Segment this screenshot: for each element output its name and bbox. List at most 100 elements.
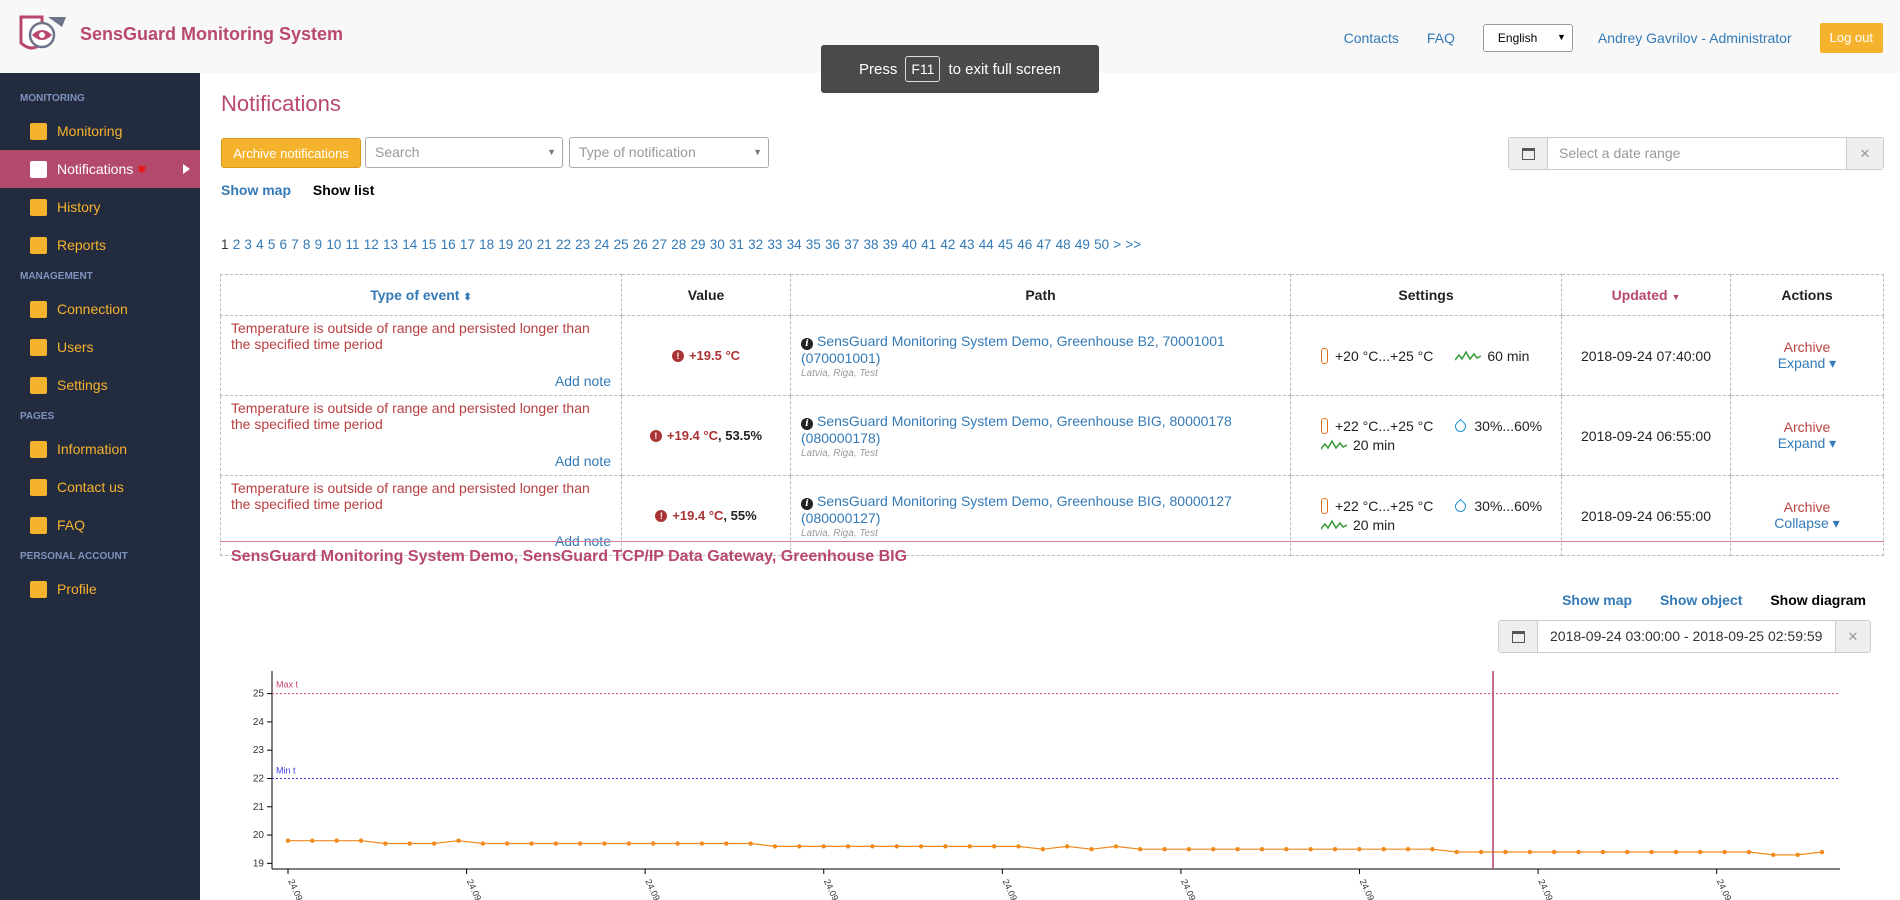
pagination-link[interactable]: 20 <box>518 237 533 252</box>
pagination-link[interactable]: 23 <box>575 237 590 252</box>
pagination-link[interactable]: 7 <box>291 237 299 252</box>
pagination-link[interactable]: 31 <box>729 237 744 252</box>
language-select[interactable]: English ▼ <box>1482 24 1573 52</box>
pagination-link[interactable]: 26 <box>633 237 648 252</box>
pagination-link[interactable]: 8 <box>303 237 311 252</box>
date-range-input[interactable]: Select a date range <box>1548 138 1846 169</box>
expand-toggle-link[interactable]: Collapse ▾ <box>1732 515 1882 532</box>
archive-link[interactable]: Archive <box>1732 419 1882 435</box>
pagination-link[interactable]: 32 <box>748 237 763 252</box>
pagination-link[interactable]: 12 <box>364 237 379 252</box>
pagination-link[interactable]: 6 <box>280 237 288 252</box>
faq-link[interactable]: FAQ <box>1427 30 1455 46</box>
clear-icon[interactable]: ✕ <box>1835 621 1870 652</box>
pagination-link[interactable]: 9 <box>315 237 323 252</box>
sidebar-item-notifications[interactable]: Notifications ✱ <box>0 150 200 188</box>
sidebar-item-monitoring[interactable]: Monitoring <box>0 112 200 150</box>
pagination-current[interactable]: 1 <box>221 237 229 252</box>
pagination-link[interactable]: 25 <box>614 237 629 252</box>
sidebar-item-contact-us[interactable]: Contact us <box>0 468 200 506</box>
pagination-link[interactable]: 24 <box>594 237 609 252</box>
path-link[interactable]: SensGuard Monitoring System Demo, Greenh… <box>801 413 1232 446</box>
pagination-link[interactable]: 44 <box>979 237 994 252</box>
show-object-link[interactable]: Show object <box>1660 592 1742 608</box>
pagination-link[interactable]: 42 <box>940 237 955 252</box>
pagination-link[interactable]: 49 <box>1075 237 1090 252</box>
pagination-link[interactable]: 45 <box>998 237 1013 252</box>
pagination-link[interactable]: 37 <box>844 237 859 252</box>
pagination-link[interactable]: 29 <box>690 237 705 252</box>
add-note-link[interactable]: Add note <box>555 373 611 389</box>
pagination-link[interactable]: 46 <box>1017 237 1032 252</box>
diagram-date-range-input[interactable]: 2018-09-24 03:00:00 - 2018-09-25 02:59:5… <box>1538 621 1835 652</box>
table-row[interactable]: Temperature is outside of range and pers… <box>220 475 1884 556</box>
clear-icon[interactable]: ✕ <box>1846 138 1883 169</box>
table-row[interactable]: Temperature is outside of range and pers… <box>220 395 1884 476</box>
pagination-link[interactable]: 30 <box>710 237 725 252</box>
pagination-link[interactable]: 40 <box>902 237 917 252</box>
sidebar-item-information[interactable]: Information <box>0 430 200 468</box>
pagination-link[interactable]: 14 <box>402 237 417 252</box>
pagination-link[interactable]: 15 <box>421 237 436 252</box>
calendar-icon[interactable] <box>1499 621 1538 652</box>
pagination-link[interactable]: 43 <box>960 237 975 252</box>
user-profile-link[interactable]: Andrey Gavrilov - Administrator <box>1598 30 1792 46</box>
path-link[interactable]: SensGuard Monitoring System Demo, Greenh… <box>801 493 1232 526</box>
column-header-updated[interactable]: Updated ▼ <box>1561 274 1731 316</box>
logout-button[interactable]: Log out <box>1819 23 1883 53</box>
pagination-link[interactable]: 19 <box>498 237 513 252</box>
pagination-link[interactable]: 41 <box>921 237 936 252</box>
expand-toggle-link[interactable]: Expand ▾ <box>1732 355 1882 372</box>
sidebar-item-connection[interactable]: Connection <box>0 290 200 328</box>
expand-toggle-link[interactable]: Expand ▾ <box>1732 435 1882 452</box>
show-list-link[interactable]: Show list <box>313 182 374 198</box>
pagination-link[interactable]: 33 <box>767 237 782 252</box>
pagination-link[interactable]: 13 <box>383 237 398 252</box>
archive-notifications-button[interactable]: Archive notifications <box>221 138 361 168</box>
sidebar-item-settings[interactable]: Settings <box>0 366 200 404</box>
pagination-link[interactable]: 35 <box>806 237 821 252</box>
pagination-link[interactable]: 50 <box>1094 237 1109 252</box>
pagination-link[interactable]: >> <box>1125 237 1141 252</box>
pagination-link[interactable]: 11 <box>346 237 360 252</box>
sidebar-item-users[interactable]: Users <box>0 328 200 366</box>
show-diagram-link[interactable]: Show diagram <box>1770 592 1866 608</box>
pagination-link[interactable]: 5 <box>268 237 276 252</box>
diagram-date-range-picker[interactable]: 2018-09-24 03:00:00 - 2018-09-25 02:59:5… <box>1498 620 1871 653</box>
pagination-link[interactable]: 18 <box>479 237 494 252</box>
add-note-link[interactable]: Add note <box>555 453 611 469</box>
pagination-link[interactable]: > <box>1113 237 1121 252</box>
pagination-link[interactable]: 22 <box>556 237 571 252</box>
pagination-link[interactable]: 39 <box>883 237 898 252</box>
sidebar-item-reports[interactable]: Reports <box>0 226 200 264</box>
pagination-link[interactable]: 48 <box>1056 237 1071 252</box>
sidebar-item-history[interactable]: History <box>0 188 200 226</box>
archive-link[interactable]: Archive <box>1732 499 1882 515</box>
column-header-type[interactable]: Type of event ⬍ <box>220 274 622 316</box>
calendar-icon[interactable] <box>1509 138 1548 169</box>
pagination-link[interactable]: 28 <box>671 237 686 252</box>
pagination-link[interactable]: 21 <box>537 237 552 252</box>
pagination-link[interactable]: 16 <box>441 237 456 252</box>
search-select[interactable]: Search ▼ <box>365 137 563 168</box>
pagination-link[interactable]: 27 <box>652 237 667 252</box>
show-map-link[interactable]: Show map <box>221 182 291 198</box>
date-range-picker[interactable]: Select a date range ✕ <box>1508 137 1884 170</box>
logo[interactable] <box>18 13 70 55</box>
pagination-link[interactable]: 47 <box>1036 237 1051 252</box>
pagination-link[interactable]: 2 <box>233 237 241 252</box>
path-link[interactable]: SensGuard Monitoring System Demo, Greenh… <box>801 333 1225 366</box>
show-map-link[interactable]: Show map <box>1562 592 1632 608</box>
sidebar-item-faq[interactable]: FAQ <box>0 506 200 544</box>
table-row[interactable]: Temperature is outside of range and pers… <box>220 315 1884 396</box>
pagination-link[interactable]: 34 <box>787 237 802 252</box>
notification-type-select[interactable]: Type of notification ▼ <box>569 137 769 168</box>
pagination-link[interactable]: 3 <box>244 237 252 252</box>
contacts-link[interactable]: Contacts <box>1344 30 1399 46</box>
archive-link[interactable]: Archive <box>1732 339 1882 355</box>
sidebar-item-profile[interactable]: Profile <box>0 570 200 608</box>
pagination-link[interactable]: 17 <box>460 237 475 252</box>
pagination-link[interactable]: 10 <box>326 237 341 252</box>
pagination-link[interactable]: 4 <box>256 237 264 252</box>
pagination-link[interactable]: 36 <box>825 237 840 252</box>
